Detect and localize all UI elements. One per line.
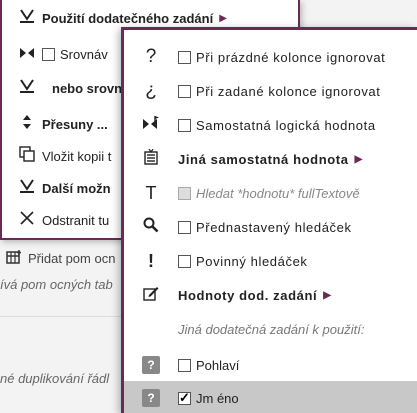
edit-icon xyxy=(138,285,164,306)
menu-item-label: Srovnáv xyxy=(60,46,108,62)
checkbox xyxy=(178,186,191,200)
exclamation-icon: ! xyxy=(148,250,154,271)
text-t-icon: T xyxy=(145,182,157,203)
down-tick-icon xyxy=(12,179,42,197)
question-box-icon: ? xyxy=(142,389,160,407)
list-icon xyxy=(138,148,164,170)
menu-item-name[interactable]: ? Jm éno xyxy=(124,381,417,413)
menu-item-additional-values[interactable]: Hodnoty dod. zadání ▶ xyxy=(124,278,417,312)
checkbox[interactable] xyxy=(178,254,191,268)
menu-item-ignore-filled[interactable]: ¿ Při zadané kolonce ignorovat xyxy=(124,74,417,108)
submenu-arrow-icon: ▶ xyxy=(354,153,363,165)
menu-item-label: Další možn xyxy=(42,180,111,196)
inverted-question-icon: ¿ xyxy=(145,80,157,101)
context-menu-front: ? Při prázdné kolonce ignorovat ¿ Při za… xyxy=(121,27,417,413)
menu-item-label: Hodnoty dod. zadání xyxy=(178,287,318,303)
menu-item-label: Povinný hledáček xyxy=(196,253,308,269)
menu-item-label: Jm éno xyxy=(196,390,239,406)
question-box-icon: ? xyxy=(142,356,160,374)
menu-item-label: Použití dodatečného zadání xyxy=(42,10,214,26)
question-icon: ? xyxy=(145,46,157,67)
menu-item-label: nebo srovn xyxy=(52,80,123,96)
checkbox[interactable] xyxy=(178,358,191,372)
duplicate-hint-text: né duplikování řádl xyxy=(0,371,110,386)
menu-item-label: Jiná samostatná hodnota xyxy=(178,151,349,167)
magnifier-icon xyxy=(138,217,164,238)
menu-item-label: Odstranit tu xyxy=(42,212,110,228)
checkbox-checked[interactable] xyxy=(178,390,191,406)
menu-item-label: Samostatná logická hodnota xyxy=(196,117,376,133)
menu-item-label: Při zadané kolonce ignorovat xyxy=(196,83,381,99)
updown-icon xyxy=(12,114,42,134)
copy-icon xyxy=(12,146,42,166)
menu-item-label: Při prázdné kolonce ignorovat xyxy=(196,49,386,65)
table-add-icon xyxy=(6,250,22,267)
menu-item-gender[interactable]: ? Pohlaví xyxy=(124,348,417,382)
checkbox[interactable] xyxy=(42,47,55,61)
other-additional-heading: Jiná dodatečná zadání k použití: xyxy=(124,312,417,346)
submenu-arrow-icon: ▶ xyxy=(323,289,332,301)
bowtie-icon xyxy=(12,46,42,63)
down-tick-icon xyxy=(12,79,42,97)
bowtie-flag-icon xyxy=(138,115,164,135)
menu-item-label: Přednastavený hledáček xyxy=(196,219,352,235)
checkbox[interactable] xyxy=(178,118,191,132)
checkbox[interactable] xyxy=(178,84,191,98)
menu-item-preset-finder[interactable]: Přednastavený hledáček xyxy=(124,210,417,244)
menu-item-fulltext: T Hledat *hodnotu* fullTextově xyxy=(124,176,417,210)
down-tick-icon xyxy=(12,9,42,27)
helper-hint-text: ívá pom ocných tab xyxy=(0,277,113,292)
divider xyxy=(0,316,125,317)
submenu-arrow-icon: ▶ xyxy=(219,12,227,24)
menu-item-required-finder[interactable]: ! Povinný hledáček xyxy=(124,244,417,278)
menu-item-label: Přesuny ... xyxy=(42,116,108,132)
checkbox[interactable] xyxy=(178,220,191,234)
close-icon xyxy=(12,211,42,229)
menu-section-label: Jiná dodatečná zadání k použití: xyxy=(178,321,365,337)
menu-item-label: Hledat *hodnotu* fullTextově xyxy=(196,185,360,201)
checkbox[interactable] xyxy=(178,50,191,64)
add-helper-button[interactable]: Přidat pom ocn xyxy=(6,250,115,267)
menu-item-other-value[interactable]: Jiná samostatná hodnota ▶ xyxy=(124,142,417,176)
menu-item-ignore-empty[interactable]: ? Při prázdné kolonce ignorovat xyxy=(124,40,417,74)
menu-item-label: Vložit kopii t xyxy=(42,148,112,164)
menu-item-logical-value[interactable]: Samostatná logická hodnota xyxy=(124,108,417,142)
menu-item-label: Pohlaví xyxy=(196,357,240,373)
add-helper-label: Přidat pom ocn xyxy=(28,251,116,266)
